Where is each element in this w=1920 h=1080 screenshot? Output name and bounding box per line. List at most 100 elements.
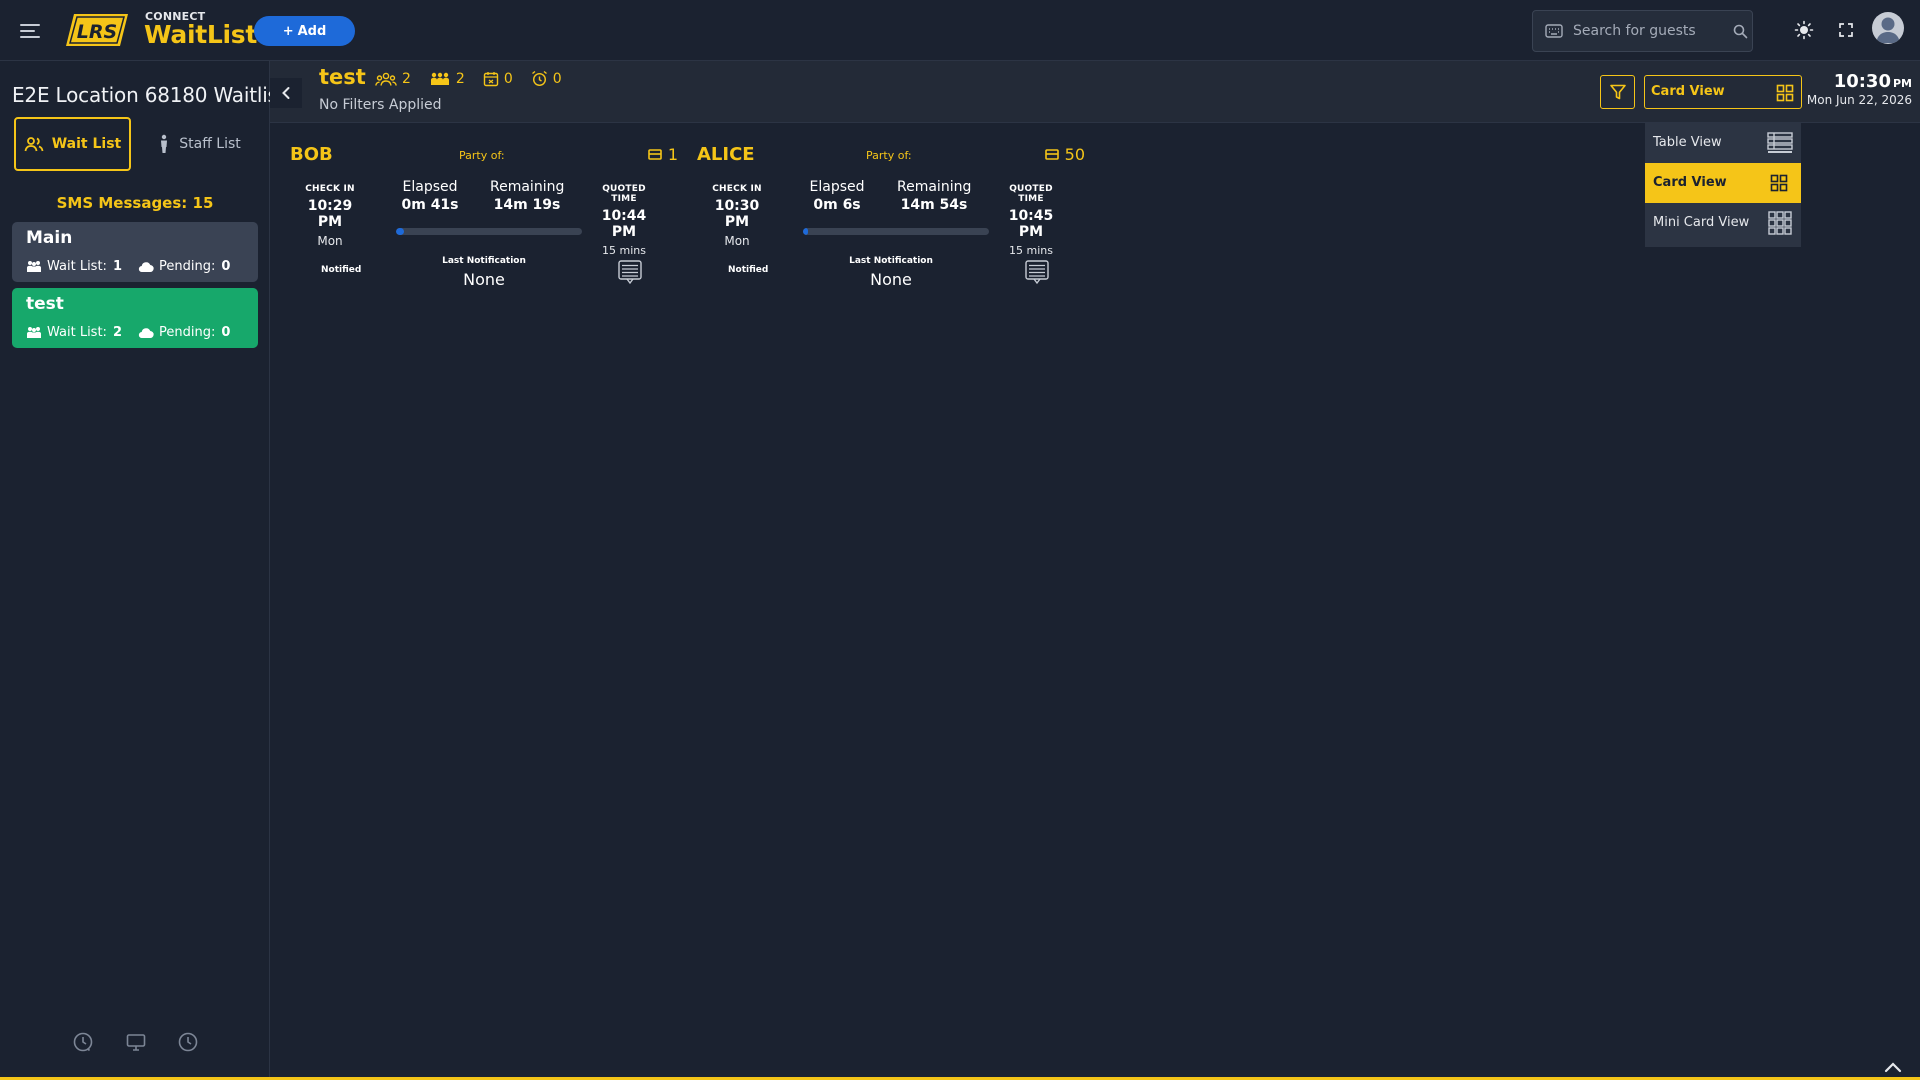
last-notification-value: None bbox=[463, 270, 505, 289]
view-mode-select[interactable]: Card View bbox=[1644, 75, 1802, 109]
quoted-minutes: 15 mins bbox=[1009, 244, 1053, 257]
quoted-label: QUOTED TIME bbox=[602, 184, 646, 204]
view-mode-dropdown: Table View Card View Mini Card View bbox=[1645, 123, 1801, 247]
tab-staff-list[interactable]: Staff List bbox=[140, 117, 258, 171]
remaining-column: Remaining 14m 54s bbox=[897, 179, 971, 213]
pending-count: 0 bbox=[221, 325, 231, 340]
top-header: LRS CONNECT WaitList + Add bbox=[0, 0, 1920, 61]
guest-card-bob[interactable]: BOB Party of: 1 CHECK IN 10:29 PM Mon El… bbox=[290, 141, 690, 301]
brand-title: WaitList bbox=[144, 20, 258, 49]
wait-progress-fill bbox=[803, 228, 808, 235]
checkin-time: 10:30 PM bbox=[714, 198, 760, 230]
pending-count: 0 bbox=[221, 259, 231, 274]
last-notification: Last Notification None bbox=[424, 256, 544, 289]
wait-list-label: Wait List: bbox=[47, 325, 107, 340]
waitlist-card-main[interactable]: Main Wait List: 1 Pending: 0 bbox=[12, 222, 258, 282]
table-number: 50 bbox=[1064, 145, 1085, 164]
stat-alarms-count: 0 bbox=[552, 70, 562, 87]
sms-messages-count: SMS Messages: 15 bbox=[56, 194, 214, 212]
card-view-icon bbox=[1776, 84, 1794, 102]
checkin-day: Mon bbox=[317, 234, 343, 248]
current-datetime: 10:30 PM Mon Jun 22, 2026 bbox=[1807, 71, 1912, 107]
stat-reservations: 0 bbox=[483, 71, 513, 87]
last-notification-label: Last Notification bbox=[442, 256, 526, 266]
location-title: E2E Location 68180 Waitlist bbox=[12, 83, 286, 107]
notified-label: Notified bbox=[728, 265, 769, 275]
group-icon bbox=[27, 327, 41, 338]
message-icon[interactable] bbox=[1024, 259, 1050, 285]
notified-label: Notified bbox=[321, 265, 362, 275]
elapsed-column: Elapsed 0m 6s bbox=[802, 179, 872, 213]
waitlist-subheader: test 2 2 0 0 No Filters Applied Card Vie… bbox=[270, 61, 1920, 123]
view-option-label: Mini Card View bbox=[1653, 215, 1750, 230]
checkin-day: Mon bbox=[724, 234, 750, 248]
last-notification-label: Last Notification bbox=[849, 256, 933, 266]
quoted-column: QUOTED TIME 10:45 PM 15 mins bbox=[999, 184, 1063, 257]
plus-icon: + bbox=[282, 23, 294, 39]
table-view-icon bbox=[1767, 132, 1793, 154]
people-icon bbox=[24, 136, 44, 152]
collapse-sidebar-chevron-left-icon[interactable] bbox=[270, 78, 302, 108]
last-notification: Last Notification None bbox=[831, 256, 951, 289]
message-icon[interactable] bbox=[617, 259, 643, 285]
wait-progress-fill bbox=[396, 228, 405, 235]
search-icon[interactable] bbox=[1733, 24, 1748, 39]
stat-parties-count: 2 bbox=[455, 70, 465, 87]
checkin-label: CHECK IN bbox=[712, 184, 762, 194]
view-option-mini-card[interactable]: Mini Card View bbox=[1645, 203, 1801, 243]
calendar-icon bbox=[483, 71, 499, 86]
hamburger-menu-icon[interactable] bbox=[18, 19, 42, 43]
waitlist-name: test bbox=[26, 294, 64, 314]
clock-icon[interactable] bbox=[177, 1031, 199, 1053]
stat-parties: 2 bbox=[429, 71, 465, 87]
party-of-label: Party of: bbox=[459, 149, 505, 162]
fullscreen-icon[interactable] bbox=[1837, 21, 1855, 39]
waitlist-card-test[interactable]: test Wait List: 2 Pending: 0 bbox=[12, 288, 258, 348]
stat-guests-count: 2 bbox=[402, 70, 411, 87]
sidebar: E2E Location 68180 Waitlist Wait List St… bbox=[0, 61, 286, 1080]
pending-label: Pending: bbox=[158, 259, 216, 274]
scroll-to-top-chevron-up-icon[interactable] bbox=[1879, 1057, 1907, 1077]
view-option-table[interactable]: Table View bbox=[1645, 123, 1801, 163]
remaining-value: 14m 19s bbox=[493, 197, 561, 213]
cloud-icon bbox=[138, 327, 154, 338]
quoted-minutes: 15 mins bbox=[602, 244, 646, 257]
guest-card-alice[interactable]: ALICE Party of: 50 CHECK IN 10:30 PM Mon… bbox=[697, 141, 1097, 301]
waitlist-name: Main bbox=[26, 228, 73, 248]
guest-name: ALICE bbox=[697, 144, 755, 165]
guest-name: BOB bbox=[290, 144, 333, 165]
mini-card-view-icon bbox=[1768, 211, 1792, 235]
stat-alarms: 0 bbox=[531, 70, 562, 87]
stat-reservations-count: 0 bbox=[503, 70, 513, 87]
table-icon bbox=[1044, 149, 1059, 160]
checkin-time: 10:29 PM bbox=[307, 198, 353, 230]
view-option-label: Card View bbox=[1653, 175, 1727, 190]
search-input[interactable] bbox=[1573, 20, 1723, 42]
stat-guests: 2 bbox=[375, 71, 411, 87]
last-notification-value: None bbox=[870, 270, 912, 289]
quoted-column: QUOTED TIME 10:44 PM 15 mins bbox=[592, 184, 656, 257]
guests-icon bbox=[375, 72, 397, 86]
table-assignment: 50 bbox=[1044, 145, 1085, 164]
tab-wait-list[interactable]: Wait List bbox=[14, 117, 131, 171]
waitlist-summary-stats: 2 2 0 0 bbox=[375, 70, 580, 87]
user-avatar[interactable] bbox=[1872, 12, 1904, 44]
keyboard-icon[interactable] bbox=[1545, 24, 1563, 38]
view-mode-selected-label: Card View bbox=[1651, 84, 1725, 99]
parties-icon bbox=[430, 72, 449, 85]
wait-list-count: 1 bbox=[112, 259, 122, 274]
theme-toggle-sun-icon[interactable] bbox=[1794, 20, 1814, 40]
filter-funnel-icon[interactable] bbox=[1600, 75, 1635, 109]
wait-list-count: 2 bbox=[112, 325, 122, 340]
waitlist-stats: Wait List: 2 Pending: 0 bbox=[26, 325, 230, 340]
add-guest-button[interactable]: + Add bbox=[254, 16, 355, 46]
view-option-card[interactable]: Card View bbox=[1645, 163, 1801, 203]
monitor-icon[interactable] bbox=[125, 1031, 147, 1053]
history-icon[interactable] bbox=[72, 1031, 94, 1053]
view-option-label: Table View bbox=[1653, 135, 1722, 150]
card-view-icon bbox=[1770, 174, 1788, 192]
clock-time: 10:30 bbox=[1833, 71, 1891, 92]
table-icon bbox=[648, 149, 662, 160]
remaining-label: Remaining bbox=[897, 179, 972, 195]
clock-date: Mon Jun 22, 2026 bbox=[1806, 93, 1912, 107]
